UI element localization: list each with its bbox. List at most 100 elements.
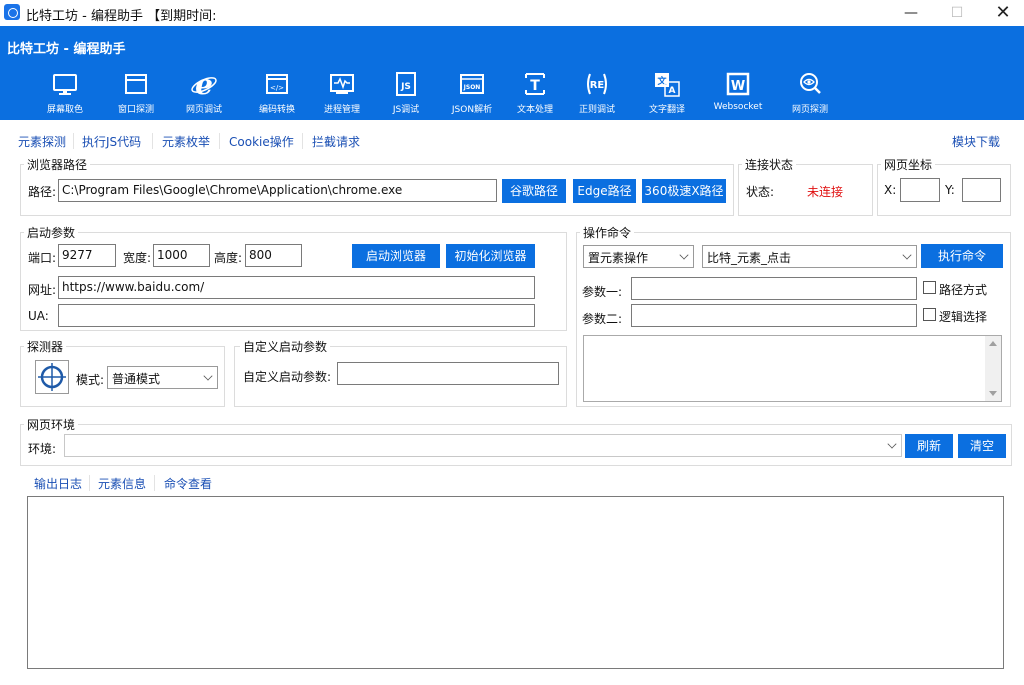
width-field[interactable]: 1000 bbox=[153, 244, 210, 267]
svg-text:A: A bbox=[669, 86, 676, 96]
param2-field[interactable] bbox=[631, 304, 917, 327]
width-label: 宽度: bbox=[123, 251, 152, 265]
height-label: 高度: bbox=[214, 251, 243, 265]
chevron-down-icon bbox=[679, 250, 689, 260]
param2-label: 参数二: bbox=[582, 312, 623, 326]
command-action-select[interactable]: 比特_元素_点击 bbox=[702, 245, 917, 268]
toolbar-encoding[interactable]: </> 编码转换 bbox=[245, 70, 309, 118]
tab-element-enum[interactable]: 元素枚举 bbox=[162, 133, 210, 150]
command-action-value: 比特_元素_点击 bbox=[707, 251, 792, 265]
status-label: 状态: bbox=[746, 185, 775, 199]
crosshair-icon[interactable] bbox=[35, 360, 69, 394]
port-field[interactable]: 9277 bbox=[58, 244, 116, 267]
env-select[interactable] bbox=[64, 434, 902, 457]
svg-text:JS: JS bbox=[400, 82, 411, 92]
toolbar-screen-color[interactable]: 屏幕取色 bbox=[33, 70, 97, 118]
param1-field[interactable] bbox=[631, 277, 917, 300]
init-browser-button[interactable]: 初始化浏览器 bbox=[446, 244, 535, 268]
scroll-down-icon[interactable] bbox=[989, 391, 997, 396]
custom-launch-field[interactable] bbox=[337, 362, 559, 385]
browser-path-field[interactable]: C:\Program Files\Google\Chrome\Applicati… bbox=[58, 179, 497, 202]
svg-text:</>: </> bbox=[270, 84, 284, 92]
toolbar-translate[interactable]: 文A 文字翻译 bbox=[635, 70, 699, 118]
ua-field[interactable] bbox=[58, 304, 535, 327]
pulse-icon bbox=[330, 74, 354, 94]
toolbar-window-probe[interactable]: 窗口探测 bbox=[104, 70, 168, 118]
svg-text:e: e bbox=[195, 70, 213, 98]
command-output-area[interactable] bbox=[583, 335, 1002, 402]
toolbar-label: 正则调试 bbox=[578, 105, 615, 115]
edge-path-button[interactable]: Edge路径 bbox=[573, 179, 636, 203]
detector-mode-value: 普通模式 bbox=[112, 372, 161, 386]
scroll-up-icon[interactable] bbox=[989, 341, 997, 346]
detector-mode-select[interactable]: 普通模式 bbox=[107, 366, 218, 389]
toolbar-label: 窗口探测 bbox=[117, 105, 154, 115]
command-category-select[interactable]: 置元素操作 bbox=[583, 245, 694, 268]
tab-divider bbox=[152, 133, 153, 149]
tab-command-view[interactable]: 命令查看 bbox=[164, 475, 212, 492]
toolbar-label: 文字翻译 bbox=[648, 105, 685, 115]
toolbar-web-debug[interactable]: e 网页调试 bbox=[172, 70, 236, 118]
toolbar-js-debug[interactable]: JS JS调试 bbox=[374, 70, 438, 118]
param1-label: 参数一: bbox=[582, 285, 623, 299]
eye-icon bbox=[800, 73, 821, 94]
toolbar-label: 文本处理 bbox=[516, 105, 553, 115]
monitor-icon bbox=[53, 74, 77, 95]
toolbar-label: JSON解析 bbox=[451, 105, 493, 115]
env-label: 环境: bbox=[28, 442, 57, 456]
url-label: 网址: bbox=[28, 283, 57, 297]
tab-intercept[interactable]: 拦截请求 bbox=[312, 133, 360, 150]
tab-element-probe[interactable]: 元素探测 bbox=[18, 133, 66, 150]
env-title: 网页环境 bbox=[24, 416, 79, 433]
tab-divider bbox=[154, 475, 155, 491]
text-icon: T bbox=[525, 73, 545, 95]
output-log-area[interactable] bbox=[27, 496, 1004, 669]
header-title: 比特工坊 - 编程助手 bbox=[7, 42, 126, 57]
browser-path-title: 浏览器路径 bbox=[24, 156, 91, 173]
toolbar-label: 网页探测 bbox=[791, 105, 828, 115]
tab-divider bbox=[89, 475, 90, 491]
detector-title: 探测器 bbox=[24, 338, 67, 355]
close-button[interactable]: ✕ bbox=[980, 0, 1024, 26]
toolbar-json[interactable]: JSON JSON解析 bbox=[440, 70, 504, 118]
logic-select-checkbox[interactable] bbox=[923, 308, 936, 321]
path-label: 路径: bbox=[28, 185, 57, 199]
module-download-link[interactable]: 模块下载 bbox=[952, 133, 1000, 150]
mode-label: 模式: bbox=[76, 373, 105, 387]
360-path-button[interactable]: 360极速X路径 bbox=[642, 179, 726, 203]
path-mode-checkbox[interactable] bbox=[923, 281, 936, 294]
app-icon bbox=[4, 4, 20, 20]
tab-exec-js[interactable]: 执行JS代码 bbox=[82, 133, 141, 150]
toolbar-websocket[interactable]: W Websocket bbox=[706, 70, 770, 118]
toolbar-process[interactable]: 进程管理 bbox=[310, 70, 374, 118]
start-browser-button[interactable]: 启动浏览器 bbox=[352, 244, 440, 268]
tab-cookie[interactable]: Cookie操作 bbox=[229, 133, 294, 150]
tab-output-log[interactable]: 输出日志 bbox=[34, 475, 82, 492]
tab-element-info[interactable]: 元素信息 bbox=[98, 475, 146, 492]
url-field[interactable]: https://www.baidu.com/ bbox=[58, 276, 535, 299]
ua-label: UA: bbox=[28, 309, 49, 323]
window-title: 比特工坊 - 编程助手 【到期时间: bbox=[26, 9, 217, 24]
maximize-button[interactable]: ☐ bbox=[934, 0, 980, 26]
toolbar-label: 屏幕取色 bbox=[46, 105, 83, 115]
y-field[interactable] bbox=[962, 178, 1001, 202]
execute-command-button[interactable]: 执行命令 bbox=[921, 244, 1003, 268]
chrome-path-button[interactable]: 谷歌路径 bbox=[502, 179, 566, 203]
code-icon: </> bbox=[266, 74, 288, 94]
toolbar-regex[interactable]: RE 正则调试 bbox=[565, 70, 629, 118]
command-category-value: 置元素操作 bbox=[588, 251, 649, 265]
toolbar-text[interactable]: T 文本处理 bbox=[503, 70, 567, 118]
regex-icon: RE bbox=[587, 73, 607, 95]
chevron-down-icon bbox=[887, 439, 897, 449]
logic-select-label: 逻辑选择 bbox=[939, 310, 988, 324]
svg-text:JSON: JSON bbox=[463, 84, 481, 91]
custom-launch-label: 自定义启动参数: bbox=[243, 370, 332, 384]
scrollbar[interactable] bbox=[985, 336, 1001, 401]
refresh-button[interactable]: 刷新 bbox=[905, 434, 953, 458]
toolbar-web-probe[interactable]: 网页探测 bbox=[778, 70, 842, 118]
x-field[interactable] bbox=[900, 178, 940, 202]
tab-divider bbox=[73, 133, 74, 149]
clear-button[interactable]: 清空 bbox=[958, 434, 1006, 458]
height-field[interactable]: 800 bbox=[245, 244, 302, 267]
minimize-button[interactable]: — bbox=[888, 0, 934, 26]
